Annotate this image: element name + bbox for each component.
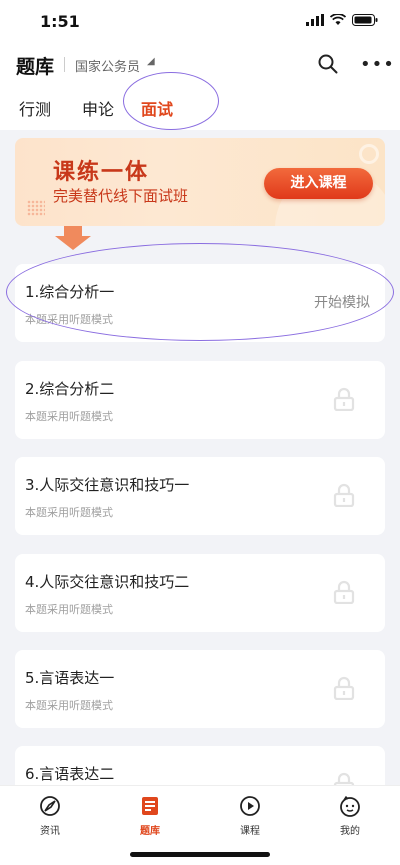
question-card[interactable]: 4.人际交往意识和技巧二 本题采用听题模式 xyxy=(15,554,385,632)
question-bank-icon xyxy=(142,797,158,815)
home-indicator xyxy=(130,852,270,857)
question-card[interactable]: 3.人际交往意识和技巧一 本题采用听题模式 xyxy=(15,457,385,535)
nav-item-news[interactable]: 资讯 xyxy=(20,794,80,837)
question-mode: 本题采用听题模式 xyxy=(25,699,113,712)
nav-label: 题库 xyxy=(140,826,160,837)
annotation-circle-tab xyxy=(123,72,219,130)
lock-icon xyxy=(333,580,355,604)
nav-label: 资讯 xyxy=(40,826,60,837)
lock-icon xyxy=(333,387,355,411)
course-banner[interactable]: 课练一体 完美替代线下面试班 进入课程 xyxy=(15,138,385,226)
status-bar: 1:51 xyxy=(0,0,400,44)
annotation-circle-card xyxy=(6,243,394,341)
profile-icon xyxy=(340,795,360,817)
nav-item-courses[interactable]: 课程 xyxy=(220,794,280,837)
tab-shenlun[interactable]: 申论 xyxy=(82,96,114,120)
status-icons xyxy=(306,14,378,26)
question-title: 2.综合分析二 xyxy=(25,380,115,398)
play-icon xyxy=(240,796,260,816)
nav-label: 我的 xyxy=(340,826,360,837)
nav-item-profile[interactable]: 我的 xyxy=(320,794,380,837)
caret-icon[interactable]: ◢ xyxy=(147,56,155,67)
arrow-down-icon-head xyxy=(55,236,91,250)
banner-title: 课练一体 xyxy=(53,160,150,185)
question-card[interactable]: 2.综合分析二 本题采用听题模式 xyxy=(15,361,385,439)
question-mode: 本题采用听题模式 xyxy=(25,506,113,519)
lock-icon xyxy=(333,676,355,700)
banner-subtitle: 完美替代线下面试班 xyxy=(53,187,189,205)
exam-selector[interactable]: 国家公务员 xyxy=(75,56,140,75)
news-icon xyxy=(40,796,60,816)
question-title: 3.人际交往意识和技巧一 xyxy=(25,476,190,494)
battery-icon xyxy=(352,14,378,26)
tab-xingce[interactable]: 行测 xyxy=(19,96,51,120)
header-divider xyxy=(64,57,65,72)
more-icon[interactable]: ••• xyxy=(360,54,395,75)
search-icon[interactable] xyxy=(318,54,338,74)
status-time: 1:51 xyxy=(40,12,80,31)
wifi-icon xyxy=(330,14,346,25)
banner-decoration-ring xyxy=(359,144,379,164)
page-title: 题库 xyxy=(16,56,55,78)
question-title: 6.言语表达二 xyxy=(25,765,115,783)
nav-label: 课程 xyxy=(240,826,260,837)
question-mode: 本题采用听题模式 xyxy=(25,603,113,616)
question-card[interactable]: 5.言语表达一 本题采用听题模式 xyxy=(15,650,385,728)
question-title: 4.人际交往意识和技巧二 xyxy=(25,573,190,591)
lock-icon xyxy=(333,483,355,507)
signal-icon xyxy=(306,14,324,26)
question-title: 5.言语表达一 xyxy=(25,669,115,687)
question-mode: 本题采用听题模式 xyxy=(25,410,113,423)
banner-dots xyxy=(27,200,45,216)
nav-item-question-bank[interactable]: 题库 xyxy=(120,794,180,837)
enter-course-button[interactable]: 进入课程 xyxy=(264,168,373,199)
